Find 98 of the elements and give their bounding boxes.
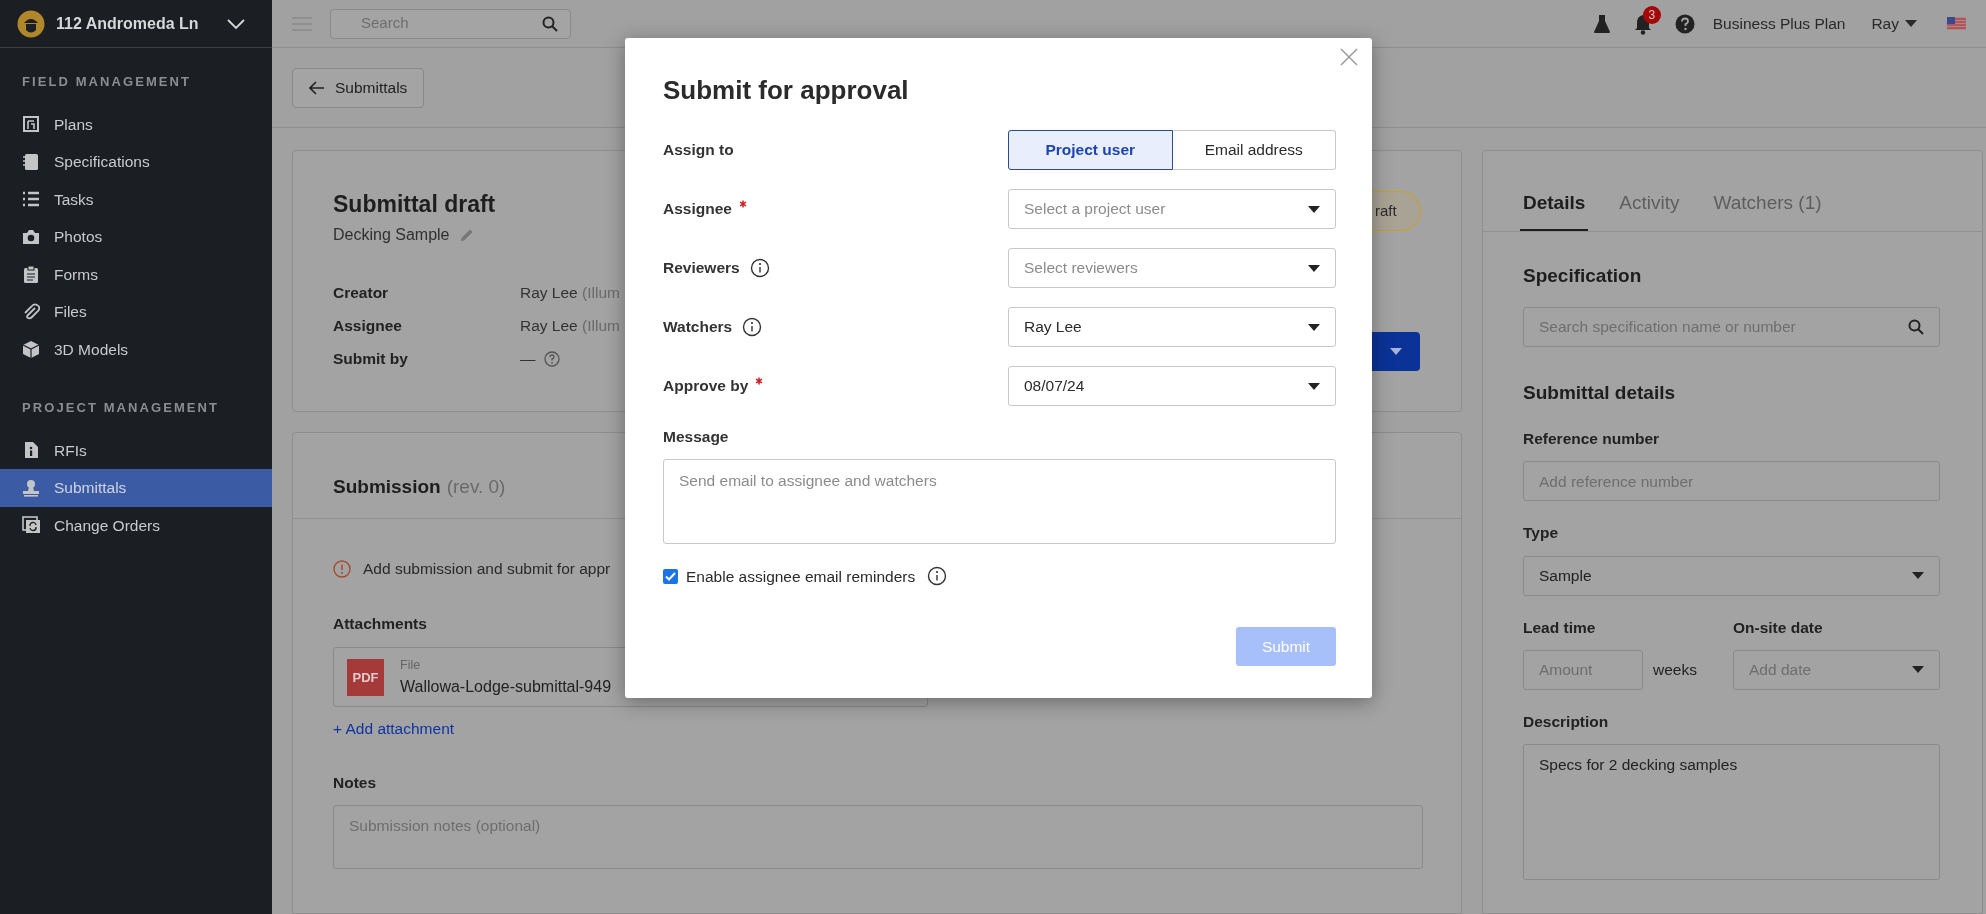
field-label: Type: [1523, 523, 1559, 544]
message-field[interactable]: Send email to assignee and watchers: [663, 459, 1336, 545]
notebook-icon: [22, 152, 40, 171]
section-heading: Submittal details: [1523, 380, 1676, 405]
flask-icon[interactable]: [1592, 13, 1611, 34]
required-asterisk-icon: [755, 377, 764, 385]
section-heading: FIELD MANAGEMENT: [21, 73, 193, 91]
sidebar-item[interactable]: Photos: [0, 218, 272, 256]
cube-icon: [22, 340, 40, 359]
search-icon: [542, 15, 558, 32]
field-label: On-site date: [1733, 617, 1823, 638]
checkbox-label: Enable assignee email reminders: [686, 566, 916, 587]
segment-option[interactable]: Project user: [1008, 130, 1173, 170]
chevron-down-icon: [226, 17, 246, 30]
info-icon: [742, 317, 763, 337]
dropdown-button[interactable]: [1371, 332, 1420, 371]
plans-icon: [22, 115, 40, 134]
type-select[interactable]: Sample: [1523, 555, 1940, 596]
field-value: —: [520, 348, 536, 369]
notes-label: Notes: [333, 773, 378, 794]
sidebar-item[interactable]: Change Orders: [0, 506, 272, 544]
sidebar-item[interactable]: RFIs: [0, 431, 272, 469]
sidebar-item[interactable]: Specifications: [0, 143, 272, 181]
warning-icon: [333, 560, 351, 578]
select-field[interactable]: Select a project user: [1008, 189, 1336, 229]
refresh-document-icon: [22, 516, 40, 535]
info-icon: [927, 566, 948, 587]
select-field[interactable]: Ray Lee: [1008, 307, 1336, 347]
project-name[interactable]: 112 Andromeda Ln: [56, 11, 215, 36]
unit-label: weeks: [1653, 660, 1697, 681]
select-field[interactable]: 08/07/24: [1008, 366, 1336, 406]
file-name: Wallowa-Lodge-submittal-949: [400, 676, 612, 697]
select-field[interactable]: Select reviewers: [1008, 248, 1336, 288]
caret-down-icon: [1912, 572, 1924, 579]
section-heading: Specification: [1523, 264, 1642, 288]
description-field[interactable]: Specs for 2 decking samples: [1523, 744, 1940, 880]
field-value: Ray Lee (Illum: [520, 315, 620, 336]
sidebar-item[interactable]: 3D Models: [0, 330, 272, 368]
submit-button: Submit: [1236, 627, 1336, 667]
section-heading: PROJECT MANAGEMENT: [21, 399, 221, 417]
panel-tab[interactable]: Details: [1520, 188, 1589, 231]
card-title: Submittal draft: [333, 190, 496, 219]
field-label: Assignee: [663, 199, 732, 220]
back-button[interactable]: Submittals: [292, 67, 425, 108]
warning-message: Add submission and submit for appr: [363, 559, 611, 580]
field-label: Assign to: [663, 140, 734, 161]
sidebar-item[interactable]: Plans: [0, 105, 272, 143]
sidebar-item[interactable]: Files: [0, 293, 272, 331]
info-icon: [749, 258, 770, 278]
clipboard-icon: [22, 265, 40, 284]
checkmark-icon: [665, 571, 676, 581]
submittal-name: Decking Sample: [333, 225, 450, 245]
help-icon[interactable]: [1674, 13, 1695, 34]
plan-name[interactable]: Business Plus Plan: [1712, 11, 1846, 36]
status-badge: raft: [1371, 191, 1421, 231]
user-menu[interactable]: Ray: [1871, 11, 1917, 36]
field-label: Reference number: [1523, 429, 1660, 449]
close-icon[interactable]: [1340, 48, 1358, 66]
field-value: Ray Lee (Illum: [520, 282, 620, 303]
stamp-icon: [22, 478, 40, 497]
segment-option[interactable]: Email address: [1172, 130, 1336, 170]
pdf-file-icon: PDF: [347, 658, 384, 696]
camera-icon: [22, 227, 40, 246]
add-attachment-link[interactable]: + Add attachment: [333, 717, 455, 741]
revision-label: (rev. 0): [446, 475, 506, 500]
field-label: Submit by: [333, 348, 409, 369]
caret-down-icon: [1389, 348, 1402, 355]
search-icon: [1908, 318, 1924, 335]
field-label: Approve by: [663, 376, 749, 397]
caret-down-icon: [1308, 205, 1320, 213]
file-type-label: File: [400, 656, 422, 674]
required-asterisk-icon: [738, 200, 747, 208]
caret-down-icon: [1308, 323, 1320, 331]
sidebar-item[interactable]: Submittals: [0, 469, 272, 507]
caret-down-icon: [1308, 382, 1320, 390]
caret-down-icon: [1905, 20, 1917, 27]
checkbox[interactable]: [663, 568, 678, 584]
sidebar-item[interactable]: Tasks: [0, 180, 272, 218]
field-label: Lead time: [1523, 617, 1596, 638]
dialog-title: Submit for approval: [663, 74, 909, 107]
field-label: Description: [1523, 711, 1609, 732]
section-title: Submission: [333, 475, 441, 500]
caret-down-icon: [1912, 666, 1924, 674]
notification-badge: 3: [1642, 5, 1661, 24]
paperclip-icon: [22, 302, 40, 321]
caret-down-icon: [1308, 264, 1320, 272]
attachments-label: Attachments: [333, 614, 428, 634]
field-label: Assignee: [333, 315, 403, 336]
field-label: Reviewers: [663, 258, 740, 279]
field-label: Message: [663, 427, 729, 447]
sidebar-item[interactable]: Forms: [0, 255, 272, 293]
logo-icon: [17, 9, 45, 38]
list-icon: [22, 190, 40, 209]
document-info-icon: [22, 441, 40, 460]
field-label: Watchers: [663, 317, 733, 338]
arrow-left-icon: [309, 80, 325, 95]
flag-icon: [1947, 17, 1966, 30]
field-label: Creator: [333, 282, 390, 303]
